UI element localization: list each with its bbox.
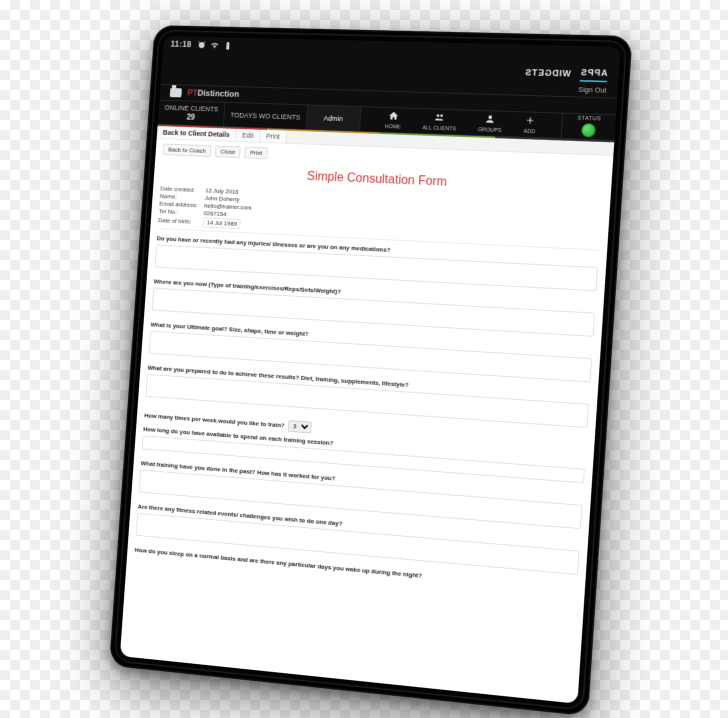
nav-tile-label: Admin	[313, 114, 354, 123]
nav-tile-label: ONLINE CLIENTS	[164, 104, 218, 113]
close-button[interactable]: Close	[215, 146, 241, 158]
tablet-screen: 11:18	[120, 36, 621, 704]
q5-select[interactable]: 3	[287, 420, 311, 433]
nav-home-label: HOME	[385, 124, 401, 130]
alarm-icon	[197, 40, 206, 49]
nav-groups-label: GROUPS	[478, 127, 502, 133]
dob-label: Date of birth:	[158, 217, 199, 226]
nav-clients-label: ALL CLIENTS	[422, 125, 456, 132]
nav-add-label: ADD	[523, 129, 535, 135]
people-icon	[434, 112, 446, 125]
status-dot-icon	[581, 123, 596, 138]
app-brand: PTDistinction	[187, 89, 239, 100]
nav-clients-count: 29	[164, 113, 218, 123]
product-stage: 11:18	[0, 0, 728, 718]
tel-value: 0267154	[203, 210, 226, 218]
camera-icon[interactable]	[170, 88, 182, 97]
nav-status[interactable]: STATUS	[561, 114, 616, 140]
status-clock: 11:18	[170, 40, 192, 50]
print-button[interactable]: Print	[245, 147, 268, 159]
crumb-print[interactable]: Print	[260, 130, 287, 143]
home-icon	[388, 110, 400, 123]
nav-tile-online-clients[interactable]: ONLINE CLIENTS 29	[158, 100, 226, 126]
nav-status-label: STATUS	[577, 116, 601, 122]
brand-rest: Distinction	[197, 89, 239, 99]
dob-value: 14 Jul 1989	[203, 217, 241, 229]
crumb-edit[interactable]: Edit	[236, 129, 261, 142]
nav-tile-admin[interactable]: Admin	[306, 105, 361, 131]
nav-tile-today[interactable]: TODAYS WO CLIENTS	[224, 103, 308, 129]
back-to-coach-button[interactable]: Back to Coach	[163, 144, 212, 157]
tablet-device: 11:18	[109, 25, 632, 716]
plus-icon	[524, 115, 536, 128]
group-icon	[484, 113, 496, 126]
wifi-icon	[210, 41, 219, 50]
nav-groups[interactable]: GROUPS	[478, 113, 503, 133]
battery-icon	[223, 41, 232, 50]
launcher-apps[interactable]: APPS	[580, 68, 608, 82]
nav-add[interactable]: ADD	[523, 115, 536, 135]
nav-home[interactable]: HOME	[385, 110, 402, 130]
sign-out-link[interactable]: Sign Out	[578, 86, 607, 95]
nav-tile-label: TODAYS WO CLIENTS	[230, 111, 300, 121]
nav-clients[interactable]: ALL CLIENTS	[422, 111, 457, 132]
launcher-widgets[interactable]: WIDGETS	[524, 68, 571, 79]
content: Back to Coach Close Print Simple Consult…	[120, 139, 613, 704]
